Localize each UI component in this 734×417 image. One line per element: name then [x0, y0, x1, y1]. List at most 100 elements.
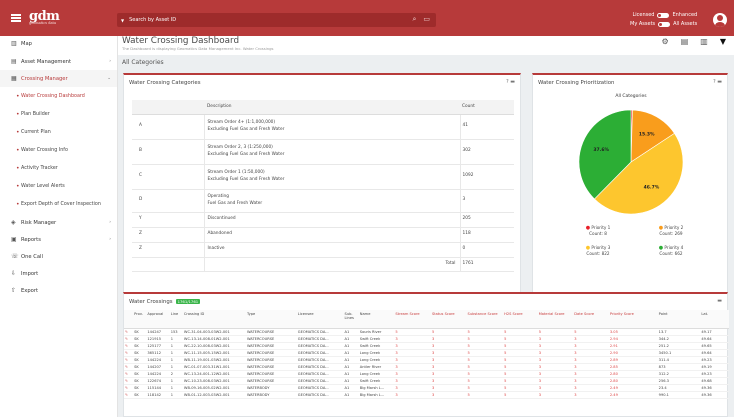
crossings-col-header[interactable]: Lat.	[700, 310, 729, 329]
collapse-icon[interactable]: ▬	[717, 79, 722, 85]
category-row[interactable]: A Stream Order 4+ (1:1,000,000) Excluding …	[132, 114, 514, 140]
crossing-cell: GEOMATICS DA...	[296, 349, 344, 357]
settings-gear-icon[interactable]: ⚙	[662, 37, 669, 46]
category-row[interactable]: C Stream Order 1 (1:50,000) Excluding Fuel…	[132, 164, 514, 190]
crossing-cell: 122674	[146, 377, 170, 385]
user-avatar-icon[interactable]	[713, 13, 727, 27]
crossing-row[interactable]: ✎ SK 122674 1 WC-10-23-008-03W2-001 WATERCOUR…	[124, 377, 729, 385]
edit-row-icon[interactable]: ✎	[124, 363, 134, 371]
edit-row-icon[interactable]: ✎	[124, 356, 134, 364]
legend-priority-3[interactable]: ● Priority 3 Count: 822	[563, 245, 633, 256]
export-file-icon[interactable]: ▥	[700, 37, 708, 46]
export-pdf-icon[interactable]: ▤	[681, 37, 689, 46]
edit-row-icon[interactable]: ✎	[124, 328, 134, 336]
assets-toggle[interactable]	[658, 22, 671, 27]
edit-row-icon[interactable]: ✎	[124, 335, 134, 343]
crossing-cell: GEOMATICS DA...	[296, 356, 344, 364]
gdm-logo[interactable]: gdm geomatics data	[29, 10, 60, 26]
legend-priority-2[interactable]: ● Priority 2 Count: 269	[636, 225, 706, 236]
edit-row-icon[interactable]: ✎	[124, 349, 134, 357]
sidebar-subitem-dashboard[interactable]: • Water Crossing Dashboard	[0, 87, 117, 105]
category-row[interactable]: Y Discontinued 205	[132, 212, 514, 228]
crossings-col-header[interactable]: Prov.	[133, 310, 147, 329]
legend-priority-4[interactable]: ● Priority 4 Count: 662	[636, 245, 706, 256]
help-icon[interactable]: ?	[713, 79, 716, 85]
crossing-cell: WATERCOURSE	[245, 335, 297, 343]
sidebar-item-reports[interactable]: ▣ Reports ›	[0, 231, 117, 248]
crossing-cell: 3	[573, 377, 609, 385]
sidebar-subitem-plan-builder[interactable]: • Plan Builder	[0, 105, 117, 123]
collapse-icon[interactable]: ▬	[510, 79, 515, 85]
category-row[interactable]: Z Abandoned 118	[132, 227, 514, 243]
edit-row-icon[interactable]: ✎	[124, 377, 134, 385]
crossings-col-header[interactable]: Stream Score	[394, 310, 431, 329]
sidebar-subitem-water-level-alerts[interactable]: • Water Level Alerts	[0, 177, 117, 195]
sidebar-subitem-current-plan[interactable]: • Current Plan	[0, 123, 117, 141]
crossing-row[interactable]: ✎ SK 121915 1 WC-13-14-008-01W2-001 WATERCOUR…	[124, 335, 729, 343]
crossing-cell: SK	[133, 377, 147, 385]
licensed-enhanced-toggle[interactable]	[657, 13, 670, 18]
crossings-col-header[interactable]: Material Score	[537, 310, 574, 329]
crossing-cell: 5	[503, 349, 538, 357]
asset-search-bar[interactable]: ▼ Search by Asset ID ⌕ ▭	[117, 13, 436, 27]
crossings-col-header[interactable]: Name	[358, 310, 395, 329]
sidebar-item-import[interactable]: ⇩ Import	[0, 265, 117, 282]
crossing-cell: 3	[430, 335, 467, 343]
crossings-col-header[interactable]: Point	[657, 310, 701, 329]
crossing-cell: 1	[169, 349, 183, 357]
edit-row-icon[interactable]: ✎	[124, 384, 134, 392]
crossings-col-header[interactable]: Priority Score	[608, 310, 658, 329]
edit-row-icon[interactable]: ✎	[124, 370, 134, 378]
sidebar-item-crossing-manager[interactable]: ▦ Crossing Manager ⌄	[0, 70, 117, 87]
sidebar-item-asset-management[interactable]: ▤ Asset Management ›	[0, 53, 117, 70]
crossing-cell: 3	[537, 349, 574, 357]
sidebar-item-map[interactable]: ▥ Map	[0, 38, 117, 49]
search-icon[interactable]: ⌕	[412, 15, 416, 24]
sidebar-item-one-call[interactable]: ☏ One Call	[0, 248, 117, 265]
category-row[interactable]: B Stream Order 2, 3 (1:250,000) Excluding …	[132, 139, 514, 165]
crossing-row[interactable]: ✎ SK 125177 1 WC-22-10-008-03W2-001 WATERCOUR…	[124, 342, 729, 350]
folder-icon[interactable]: ▭	[423, 15, 430, 24]
sidebar-subitem-water-crossing-info[interactable]: • Water Crossing Info	[0, 141, 117, 159]
category-count: 1092	[459, 164, 514, 190]
filter-icon[interactable]: ▼	[720, 37, 726, 46]
legend-priority-1[interactable]: ● Priority 1 Count: 8	[563, 225, 633, 236]
crossings-col-header[interactable]: Licensee	[296, 310, 344, 329]
app-window: gdm geomatics data ▼ Search by Asset ID …	[0, 0, 734, 417]
search-dropdown-chevron-icon[interactable]: ▼	[121, 18, 124, 23]
crossings-col-header[interactable]: Sub. Lines	[343, 310, 359, 329]
collapse-icon[interactable]: ▬	[717, 298, 722, 304]
crossings-col-header[interactable]: Type	[245, 310, 297, 329]
crossings-col-header[interactable]: Crossing ID	[182, 310, 246, 329]
sidebar-subitem-export-depth[interactable]: • Export Depth of Cover Inspection	[0, 195, 117, 213]
crossing-cell: 3450.1	[657, 349, 701, 357]
search-placeholder: Search by Asset ID	[129, 17, 177, 23]
crossing-row[interactable]: ✎ SK 365112 1 WC-11-15-005-15W2-001 WATERCOUR…	[124, 349, 729, 357]
category-row[interactable]: Z Inactive 0	[132, 242, 514, 258]
crossing-cell: 3	[430, 356, 467, 364]
crossing-row[interactable]: ✎ SK 115144 1 WB-09-16-005-02W2-001 WATERBODY…	[124, 384, 729, 392]
crossings-col-header[interactable]: Approval	[146, 310, 170, 329]
sidebar-item-risk-manager[interactable]: ◈ Risk Manager ›	[0, 214, 117, 231]
crossing-row[interactable]: ✎ SK 144207 1 WC-01-07-003-31W1-001 WATERCOUR…	[124, 363, 729, 371]
crossings-col-header[interactable]: Substance Score	[466, 310, 504, 329]
crossing-cell: 5	[466, 328, 504, 336]
crossing-row[interactable]: ✎ SK 144224 2 WC-13-24-001-12W2-001 WATERCOUR…	[124, 370, 729, 378]
crossing-row[interactable]: ✎ SK 144247 153 WC-31-04-003-03W2-001 WATERCO…	[124, 328, 729, 336]
crossings-col-header[interactable]	[124, 310, 134, 329]
edit-row-icon[interactable]: ✎	[124, 391, 134, 399]
risk-icon: ◈	[11, 219, 16, 226]
crossing-row[interactable]: ✎ SK 118142 1 WB-01-12-003-03W2-001 WATERBODY…	[124, 391, 729, 399]
crossings-col-header[interactable]: Date Score	[573, 310, 609, 329]
help-icon[interactable]: ?	[506, 79, 509, 85]
crossing-row[interactable]: ✎ SK 144224 1 WB-11-19-001-03W2-001 WATERCOUR…	[124, 356, 729, 364]
crossings-col-header[interactable]: Status Score	[430, 310, 467, 329]
crossing-cell: 3	[537, 384, 574, 392]
category-row[interactable]: D Operating Fuel Gas and Fresh Water 3	[132, 189, 514, 213]
crossings-col-header[interactable]: H2S Score	[503, 310, 538, 329]
crossings-col-header[interactable]: Line	[169, 310, 183, 329]
hamburger-menu-icon[interactable]	[11, 14, 21, 22]
sidebar-subitem-activity-tracker[interactable]: • Activity Tracker	[0, 159, 117, 177]
edit-row-icon[interactable]: ✎	[124, 342, 134, 350]
sidebar-item-export[interactable]: ⇧ Export	[0, 282, 117, 299]
